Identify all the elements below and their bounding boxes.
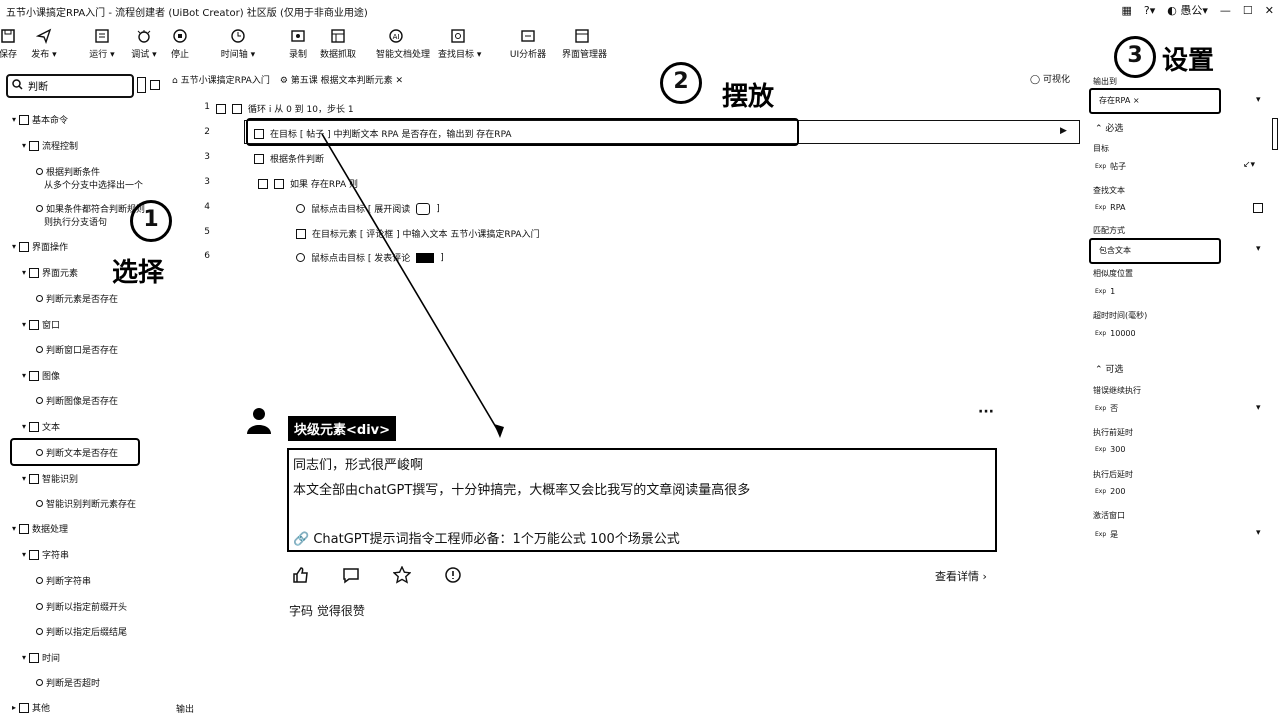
star-icon[interactable]	[393, 566, 411, 584]
prop-value-find-text[interactable]: Exp RPA	[1095, 203, 1126, 212]
prop-label-target: 目标	[1093, 144, 1109, 153]
chevron-down-icon[interactable]: ▾	[1256, 403, 1261, 413]
read-more-link[interactable]: 查看详情 ›	[935, 568, 987, 584]
prop-value-similarity[interactable]: Exp 1	[1095, 287, 1115, 296]
article-link[interactable]: 🔗 ChatGPT提示词指令工程师必备：1个万能公式 100个场景公式	[293, 528, 680, 547]
chevron-down-icon[interactable]: ▾	[1256, 95, 1261, 105]
prop-label-delay-after: 执行后延时	[1093, 470, 1133, 479]
author-avatar[interactable]	[245, 406, 273, 434]
comment-icon[interactable]	[342, 566, 360, 584]
prop-label-activate-window: 激活窗口	[1093, 511, 1125, 520]
like-icon[interactable]	[292, 566, 310, 584]
prop-value-delay-after[interactable]: Exp 200	[1095, 487, 1125, 496]
report-icon[interactable]	[444, 566, 462, 584]
article-line: 同志们，形式很严峻啊	[293, 458, 424, 473]
prop-value-continue-on-error[interactable]: Exp 否	[1095, 403, 1118, 414]
edit-icon[interactable]	[1253, 203, 1263, 213]
annotation-label-settings: 设置	[1162, 46, 1215, 76]
chevron-down-icon[interactable]: ▾	[1256, 244, 1261, 254]
prop-value-timeout[interactable]: Exp 10000	[1095, 329, 1136, 338]
prop-label-find-text: 查找文本	[1093, 186, 1125, 195]
chevron-down-icon[interactable]: ▾	[1256, 528, 1261, 538]
comment-text: 字码 觉得很赞	[289, 604, 365, 618]
element-badge: 块级元素<div>	[288, 416, 397, 441]
prop-label-output: 输出到	[1093, 77, 1117, 86]
prop-value-target[interactable]: Exp 帖子	[1095, 161, 1126, 172]
annotation-number-3: 3	[1114, 36, 1156, 78]
target-picker-icon[interactable]: ↙▾	[1243, 160, 1255, 170]
prop-match-dropdown[interactable]: 包含文本	[1089, 238, 1221, 264]
prop-label-delay-before: 执行前延时	[1093, 428, 1133, 437]
article-line: 本文全部由chatGPT撰写，十分钟搞完，大概率又会比我写的文章阅读量高很多	[293, 483, 751, 498]
prop-label-timeout: 超时时间(毫秒)	[1093, 311, 1148, 320]
section-optional[interactable]: ⌃ 可选	[1095, 362, 1123, 375]
article-content-box: 同志们，形式很严峻啊 本文全部由chatGPT撰写，十分钟搞完，大概率又会比我写…	[287, 448, 997, 552]
scrollbar[interactable]	[1272, 118, 1278, 150]
prop-value-activate-window[interactable]: Exp 是	[1095, 529, 1118, 540]
more-options-icon[interactable]: ···	[978, 404, 994, 420]
section-required[interactable]: ⌃ 必选	[1095, 121, 1123, 134]
prop-output-field[interactable]: 存在RPA ×	[1089, 88, 1221, 114]
prop-value-delay-before[interactable]: Exp 300	[1095, 445, 1125, 454]
annotation-arrow	[321, 133, 504, 438]
prop-label-continue-on-error: 错误继续执行	[1093, 386, 1141, 395]
prop-label-similarity: 相似度位置	[1093, 269, 1133, 278]
prop-label-match: 匹配方式	[1093, 226, 1125, 235]
